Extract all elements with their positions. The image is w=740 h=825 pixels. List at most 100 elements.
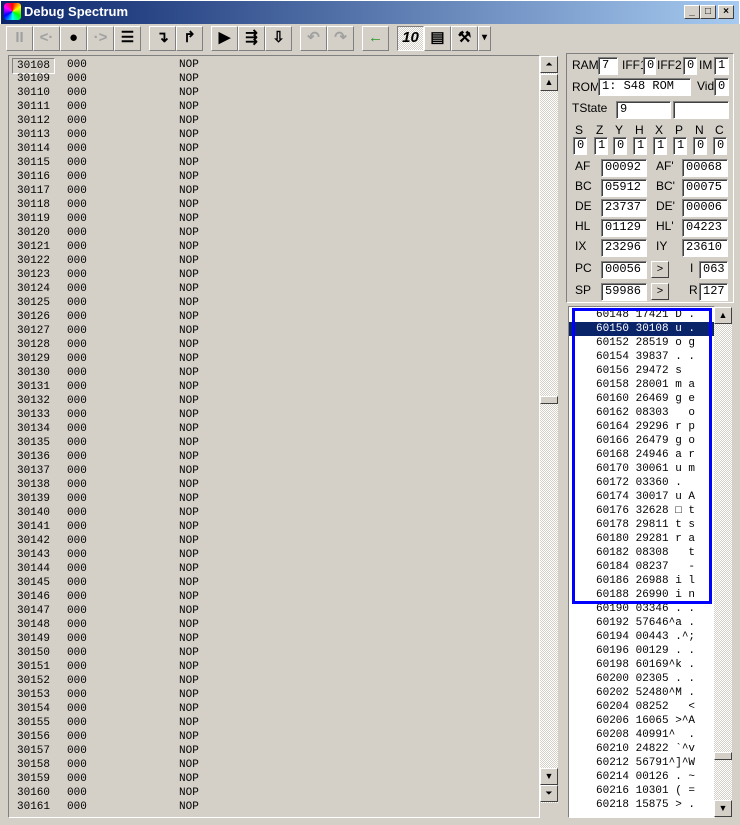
pc-goto-button[interactable]: > — [651, 261, 669, 278]
more-button[interactable]: ▾ — [478, 26, 491, 51]
disassembly-row[interactable]: 30111 000 NOP — [9, 100, 539, 114]
tools-button[interactable]: ⚒ — [451, 26, 478, 51]
disassembly-row[interactable]: 30140 000 NOP — [9, 506, 539, 520]
disassembly-row[interactable]: 30133 000 NOP — [9, 408, 539, 422]
stack-row[interactable]: 60166 26479 g o — [569, 434, 714, 448]
breakpoint-button[interactable]: ● — [60, 26, 87, 51]
ix-field[interactable]: 23296 — [601, 239, 647, 257]
stack-row[interactable]: 60192 57646^a . — [569, 616, 714, 630]
stack-row[interactable]: 60150 30108 u . — [569, 322, 714, 336]
stack-row[interactable]: 60206 16065 >^A — [569, 714, 714, 728]
decimal-mode-button[interactable]: 10 — [397, 26, 424, 51]
stack-row[interactable]: 60176 32628 □ t — [569, 504, 714, 518]
disassembly-row[interactable]: 30161 000 NOP — [9, 800, 539, 814]
disassembly-row[interactable]: 30149 000 NOP — [9, 632, 539, 646]
disassembly-row[interactable]: 30146 000 NOP — [9, 590, 539, 604]
disassembly-row[interactable]: 30147 000 NOP — [9, 604, 539, 618]
disassembly-row[interactable]: 30148 000 NOP — [9, 618, 539, 632]
disassembly-row[interactable]: 30116 000 NOP — [9, 170, 539, 184]
disassembly-row[interactable]: 30145 000 NOP — [9, 576, 539, 590]
disassembly-row[interactable]: 30118 000 NOP — [9, 198, 539, 212]
disassembly-row[interactable]: 30120 000 NOP — [9, 226, 539, 240]
disassembly-row[interactable]: 30117 000 NOP — [9, 184, 539, 198]
stack-row[interactable]: 60148 17421 D . — [569, 308, 714, 322]
stack-row[interactable]: 60160 26469 g e — [569, 392, 714, 406]
disassembly-row[interactable]: 30160 000 NOP — [9, 786, 539, 800]
flag-Z-field[interactable]: 1 — [594, 137, 608, 155]
bc-field[interactable]: 05912 — [601, 179, 647, 197]
stack-row[interactable]: 60200 02305 . . — [569, 672, 714, 686]
minimize-button[interactable]: _ — [684, 5, 700, 19]
disassembly-row[interactable]: 30158 000 NOP — [9, 758, 539, 772]
stack-row[interactable]: 60202 52480^M . — [569, 686, 714, 700]
stack-row[interactable]: 60164 29296 r p — [569, 420, 714, 434]
stack-row[interactable]: 60152 28519 o g — [569, 336, 714, 350]
disassembly-scrollbar[interactable]: ⏶ ▲ ▼ ⏷ — [540, 56, 558, 803]
run-button[interactable]: ▶ — [211, 26, 238, 51]
stack-row[interactable]: 60170 30061 u m — [569, 462, 714, 476]
stack-row[interactable]: 60174 30017 u A — [569, 490, 714, 504]
af-field[interactable]: 00092 — [601, 159, 647, 177]
disassembly-row[interactable]: 30125 000 NOP — [9, 296, 539, 310]
disassembly-row[interactable]: 30132 000 NOP — [9, 394, 539, 408]
step-back-button[interactable]: <· — [33, 26, 60, 51]
flag-C-field[interactable]: 0 — [713, 137, 727, 155]
disassembly-row[interactable]: 30115 000 NOP — [9, 156, 539, 170]
disassembly-row[interactable]: 30131 000 NOP — [9, 380, 539, 394]
disassembly-row[interactable]: 30114 000 NOP — [9, 142, 539, 156]
pc-field[interactable]: 00056 — [601, 261, 647, 279]
stack-row[interactable]: 60178 29811 t s — [569, 518, 714, 532]
stack-row[interactable]: 60182 08308 t — [569, 546, 714, 560]
disassembly-row[interactable]: 30155 000 NOP — [9, 716, 539, 730]
disassembly-row[interactable]: 30122 000 NOP — [9, 254, 539, 268]
disassembly-row[interactable]: 30152 000 NOP — [9, 674, 539, 688]
flag-P-field[interactable]: 1 — [673, 137, 687, 155]
disassembly-row[interactable]: 30137 000 NOP — [9, 464, 539, 478]
stack-row[interactable]: 60168 24946 a r — [569, 448, 714, 462]
stack-row[interactable]: 60196 00129 . . — [569, 644, 714, 658]
disassembly-row[interactable]: 30136 000 NOP — [9, 450, 539, 464]
stack-row[interactable]: 60158 28001 m a — [569, 378, 714, 392]
de-field[interactable]: 23737 — [601, 199, 647, 217]
tstate-field[interactable]: 9 — [616, 101, 671, 119]
scroll-top-button[interactable]: ⏶ — [540, 56, 558, 73]
disassembly-row[interactable]: 30139 000 NOP — [9, 492, 539, 506]
disassembly-row[interactable]: 30143 000 NOP — [9, 548, 539, 562]
flag-S-field[interactable]: 0 — [573, 137, 587, 155]
af-alt-field[interactable]: 00068 — [682, 159, 728, 177]
memory-button[interactable]: ▤ — [424, 26, 451, 51]
stack-row[interactable]: 60172 03360 . — [569, 476, 714, 490]
back-button[interactable]: ← — [362, 26, 389, 51]
step-over-button[interactable]: ↱ — [176, 26, 203, 51]
disassembly-row[interactable]: 30123 000 NOP — [9, 268, 539, 282]
bc-alt-field[interactable]: 00075 — [682, 179, 728, 197]
stack-row[interactable]: 60156 29472 s — [569, 364, 714, 378]
sp-goto-button[interactable]: > — [651, 283, 669, 300]
stack-row[interactable]: 60190 03346 . . — [569, 602, 714, 616]
flag-H-field[interactable]: 1 — [633, 137, 647, 155]
iff1-field[interactable]: 0 — [643, 57, 656, 75]
stack-row[interactable]: 60184 08237 - — [569, 560, 714, 574]
run-to-button[interactable]: ⇶ — [238, 26, 265, 51]
maximize-button[interactable]: □ — [700, 5, 716, 19]
im-field[interactable]: 1 — [714, 57, 729, 75]
disassembly-row[interactable]: 30159 000 NOP — [9, 772, 539, 786]
step-into-button[interactable]: ↴ — [149, 26, 176, 51]
disassembly-row[interactable]: 30119 000 NOP — [9, 212, 539, 226]
disassembly-row[interactable]: 30108 000 NOP — [9, 58, 539, 74]
r-field[interactable]: 127 — [699, 283, 728, 301]
disassembly-row[interactable]: 30112 000 NOP — [9, 114, 539, 128]
stack-row[interactable]: 60214 00126 . ~ — [569, 770, 714, 784]
stack-row[interactable]: 60212 56791^]^W — [569, 756, 714, 770]
flag-X-field[interactable]: 1 — [653, 137, 667, 155]
flag-N-field[interactable]: 0 — [693, 137, 707, 155]
disassembly-row[interactable]: 30135 000 NOP — [9, 436, 539, 450]
disassembly-row[interactable]: 30130 000 NOP — [9, 366, 539, 380]
flag-Y-field[interactable]: 0 — [613, 137, 627, 155]
scroll-down-icon[interactable]: ▼ — [714, 800, 732, 817]
sp-field[interactable]: 59986 — [601, 283, 647, 301]
disassembly-row[interactable]: 30157 000 NOP — [9, 744, 539, 758]
stack-row[interactable]: 60210 24822 `^v — [569, 742, 714, 756]
run-frame-button[interactable]: ⇩ — [265, 26, 292, 51]
stack-row[interactable]: 60180 29281 r a — [569, 532, 714, 546]
